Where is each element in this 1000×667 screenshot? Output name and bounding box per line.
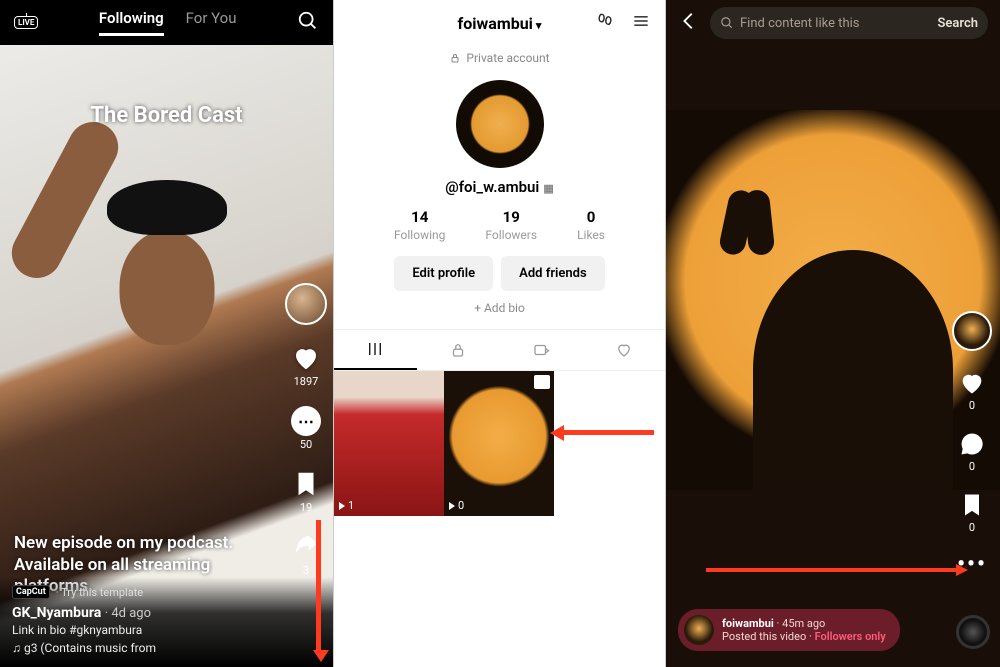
save-count: 19 bbox=[300, 501, 312, 514]
following-label: Following bbox=[394, 228, 445, 242]
tab-private[interactable] bbox=[417, 330, 500, 370]
author-name: GK_Nyambura bbox=[12, 605, 101, 621]
search-icon[interactable] bbox=[297, 10, 319, 36]
noti-text: foiwambui · 45m ago Posted this video · … bbox=[722, 617, 886, 643]
video-meta: CapCut · Try this template GK_Nyambura ·… bbox=[0, 577, 333, 667]
qr-icon[interactable]: ▦ bbox=[543, 182, 553, 195]
image-badge-icon bbox=[534, 375, 550, 389]
profile-topbar: foiwambui▾ bbox=[334, 0, 665, 46]
feed-screen: LIVE Following For You The Bored Cast Ne… bbox=[0, 0, 333, 667]
video-thumb-1[interactable]: 1 bbox=[334, 371, 444, 516]
feed-topbar: LIVE Following For You bbox=[0, 0, 333, 45]
following-count: 14 bbox=[394, 208, 445, 226]
feed-video[interactable]: The Bored Cast New episode on my podcast… bbox=[0, 45, 333, 667]
silhouette-body bbox=[753, 250, 953, 490]
sound-disc[interactable] bbox=[956, 615, 990, 649]
posted-notification[interactable]: foiwambui · 45m ago Posted this video · … bbox=[678, 609, 900, 651]
likes-count: 0 bbox=[577, 208, 605, 226]
tab-repost[interactable] bbox=[500, 330, 583, 370]
noti-avatar bbox=[684, 615, 714, 645]
detail-like-count: 0 bbox=[969, 399, 975, 412]
profile-username[interactable]: foiwambui▾ bbox=[458, 14, 542, 33]
add-friends-button[interactable]: Add friends bbox=[501, 256, 604, 291]
capcut-badge: CapCut bbox=[12, 585, 50, 599]
photo-face bbox=[119, 230, 214, 345]
followers-count: 19 bbox=[485, 208, 537, 226]
comment-count: 50 bbox=[300, 438, 312, 451]
tab-foryou[interactable]: For You bbox=[186, 9, 237, 36]
likes-label: Likes bbox=[577, 228, 605, 242]
search-placeholder: Find content like this bbox=[740, 16, 859, 31]
detail-action-rail: 0 0 0 ••• bbox=[952, 311, 992, 577]
tab-following[interactable]: Following bbox=[99, 9, 164, 36]
profile-username-text: foiwambui bbox=[458, 14, 533, 33]
silhouette-finger-2 bbox=[743, 189, 776, 256]
detail-author-avatar[interactable] bbox=[952, 311, 992, 351]
video-grid: 1 0 bbox=[334, 371, 665, 516]
feed-tabs: Following For You bbox=[99, 9, 237, 36]
stat-followers[interactable]: 19 Followers bbox=[485, 208, 537, 242]
detail-comment-count: 0 bbox=[969, 460, 975, 473]
music-row[interactable]: ♫ g3 (Contains music from bbox=[12, 641, 321, 655]
stat-likes[interactable]: 0 Likes bbox=[577, 208, 605, 242]
like-count: 1897 bbox=[294, 375, 319, 388]
search-input[interactable]: Find content like this Search bbox=[710, 7, 988, 39]
edit-profile-button[interactable]: Edit profile bbox=[394, 256, 493, 291]
live-icon[interactable]: LIVE bbox=[14, 16, 38, 29]
video-detail-screen: Find content like this Search 0 0 0 ••• … bbox=[666, 0, 1000, 667]
author-row[interactable]: GK_Nyambura · 4d ago bbox=[12, 605, 321, 621]
noti-user: foiwambui bbox=[722, 617, 774, 630]
profile-screen: foiwambui▾ Private account @foi_w.ambui ▦… bbox=[333, 0, 666, 667]
video-description[interactable]: Link in bio #gknyambura bbox=[12, 623, 321, 637]
comment-button[interactable]: ⋯ 50 bbox=[291, 406, 321, 451]
noti-ago: · 45m ago bbox=[777, 617, 826, 630]
video-thumb-2[interactable]: 0 bbox=[444, 371, 554, 516]
detail-save-button[interactable]: 0 bbox=[958, 491, 986, 534]
private-label: Private account bbox=[466, 51, 549, 65]
detail-video[interactable] bbox=[666, 110, 1000, 490]
save-button[interactable]: 19 bbox=[291, 469, 321, 514]
profile-handle-text: @foi_w.ambui bbox=[445, 178, 539, 196]
photo-beret bbox=[107, 180, 227, 235]
annotation-arrow-down bbox=[316, 520, 321, 650]
noti-followers-only: Followers only bbox=[815, 630, 886, 643]
menu-icon[interactable] bbox=[631, 11, 651, 35]
profile-content-tabs bbox=[334, 329, 665, 371]
tab-liked[interactable] bbox=[582, 330, 665, 370]
video-title-overlay: The Bored Cast bbox=[0, 103, 333, 128]
profile-avatar[interactable] bbox=[456, 80, 544, 168]
like-button[interactable]: 1897 bbox=[291, 343, 321, 388]
author-avatar[interactable] bbox=[285, 283, 327, 325]
post-age: · 4d ago bbox=[105, 606, 151, 621]
video-thumb-1-views: 1 bbox=[339, 499, 354, 512]
profile-handle[interactable]: @foi_w.ambui ▦ bbox=[334, 178, 665, 196]
followers-label: Followers bbox=[485, 228, 537, 242]
annotation-arrow-left bbox=[564, 430, 654, 435]
profile-stats: 14 Following 19 Followers 0 Likes bbox=[334, 208, 665, 242]
annotation-arrow-right bbox=[706, 568, 956, 572]
search-button[interactable]: Search bbox=[937, 16, 978, 31]
detail-like-button[interactable]: 0 bbox=[958, 369, 986, 412]
back-icon[interactable] bbox=[678, 10, 700, 36]
detail-save-count: 0 bbox=[969, 521, 975, 534]
private-account-chip: Private account bbox=[334, 46, 665, 70]
add-bio-button[interactable]: + Add bio bbox=[334, 301, 665, 315]
detail-topbar: Find content like this Search bbox=[666, 0, 1000, 46]
footprint-icon[interactable] bbox=[595, 11, 615, 35]
chevron-down-icon: ▾ bbox=[536, 19, 542, 32]
noti-line: Posted this video · bbox=[722, 630, 815, 643]
detail-comment-button[interactable]: 0 bbox=[958, 430, 986, 473]
video-thumb-2-views: 0 bbox=[449, 499, 464, 512]
template-row[interactable]: CapCut · Try this template bbox=[12, 585, 321, 599]
share-count: 3 bbox=[303, 564, 309, 577]
tab-grid[interactable] bbox=[334, 330, 417, 370]
template-label: · Try this template bbox=[56, 586, 143, 599]
stat-following[interactable]: 14 Following bbox=[394, 208, 445, 242]
profile-button-row: Edit profile Add friends bbox=[334, 256, 665, 291]
